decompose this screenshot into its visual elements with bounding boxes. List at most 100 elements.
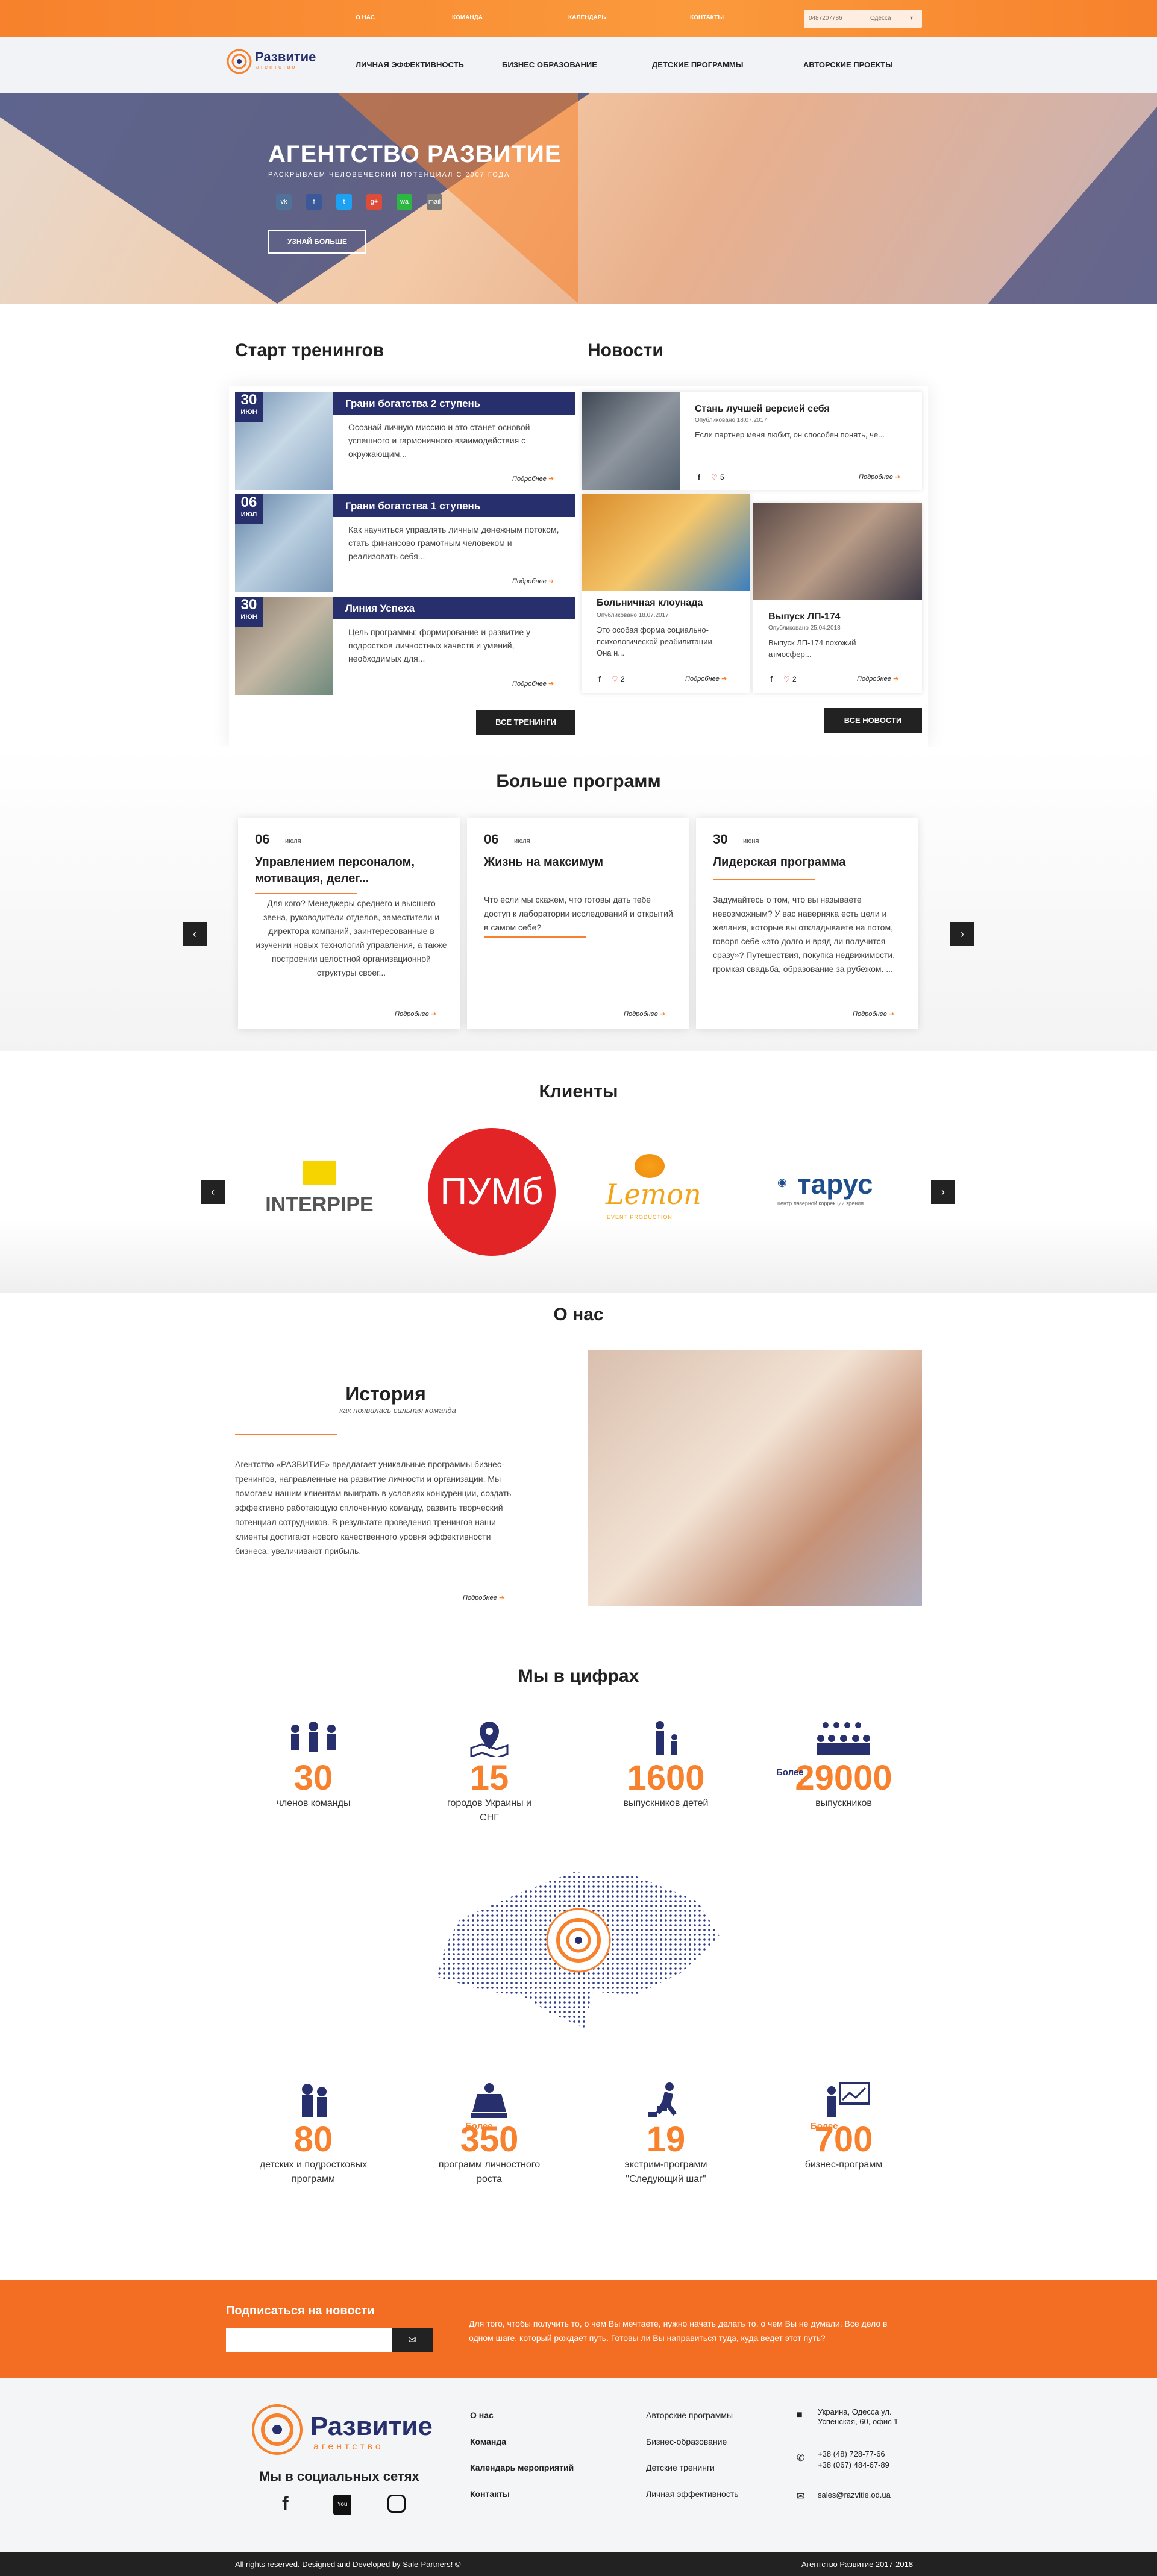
program-card[interactable]: 06 июля Жизнь на максимум Что если мы ск… — [467, 818, 689, 1029]
copyright-right: Агентство Развитие 2017-2018 — [801, 2560, 914, 2569]
news-card[interactable]: Стань лучшей версией себя Опубликовано 1… — [582, 392, 922, 490]
clients-prev-arrow[interactable]: ‹ — [201, 1180, 225, 1204]
footer-link-author-programs[interactable]: Авторские программы — [646, 2410, 733, 2420]
footer: Развитие агентство Мы в социальных сетях… — [0, 2378, 1157, 2552]
top-link-contacts[interactable]: контакты — [690, 14, 724, 21]
clients-next-arrow[interactable]: › — [931, 1180, 955, 1204]
about-subheading: как появилась сильная команда — [339, 1406, 456, 1415]
news-more-link[interactable]: Подробнее — [685, 675, 727, 683]
footer-link-kids[interactable]: Детские тренинги — [646, 2463, 715, 2472]
program-text: Задумайтесь о том, что вы называете нево… — [713, 895, 895, 974]
facebook-icon[interactable]: f — [598, 675, 601, 683]
training-more-link[interactable]: Подробнее — [512, 577, 554, 585]
training-date: 30 июн — [235, 392, 263, 422]
facebook-icon[interactable]: f — [698, 473, 700, 481]
about-image — [588, 1350, 922, 1606]
footer-email[interactable]: sales@razvitie.od.ua — [818, 2490, 891, 2499]
program-more-link[interactable]: Подробнее — [853, 1010, 894, 1018]
news-more-link[interactable]: Подробнее — [859, 473, 900, 481]
nav-personal-effectiveness[interactable]: личная эффективность — [356, 60, 464, 69]
news-title-text[interactable]: Выпуск ЛП-174 — [768, 612, 840, 622]
training-card[interactable]: 30 июн Линия Успеха Цель программы: форми… — [235, 597, 575, 695]
all-trainings-button[interactable]: Все тренинги — [476, 710, 575, 735]
news-card[interactable]: Больничная клоунада Опубликовано 18.07.2… — [582, 494, 750, 693]
nav-business-education[interactable]: бизнес образование — [502, 60, 597, 69]
programs-title: Больше программ — [496, 771, 661, 791]
training-card[interactable]: 30 июн Грани богатства 2 ступень Осознай … — [235, 392, 575, 490]
likes-count: 5 — [720, 473, 724, 481]
training-card[interactable]: 06 июл Грани богатства 1 ступень Как науч… — [235, 494, 575, 592]
facebook-icon[interactable]: f — [282, 2493, 289, 2515]
nav-author-projects[interactable]: авторские проекты — [803, 60, 893, 69]
superhero-icon — [471, 2083, 507, 2118]
heart-icon[interactable]: ♡ — [612, 675, 618, 683]
top-link-calendar[interactable]: календарь — [568, 14, 606, 21]
client-logo-lemon[interactable]: Lemon EVENT PRODUCTION — [594, 1121, 729, 1256]
phone-1[interactable]: +38 (48) 728-77-66 — [818, 2449, 885, 2458]
news-more-link[interactable]: Подробнее — [857, 675, 898, 683]
nav-kids-programs[interactable]: детские программы — [652, 60, 743, 69]
stat-team: 30 членов команды — [253, 1720, 374, 1811]
eye-icon: ◉ — [777, 1176, 787, 1188]
program-card[interactable]: 30 июня Лидерская программа Задумайтесь … — [696, 818, 918, 1029]
client-logo-interpipe[interactable]: INTERPIPE — [252, 1121, 387, 1256]
subscribe-email-input[interactable] — [226, 2328, 392, 2352]
news-card[interactable]: Выпуск ЛП-174 Опубликовано 25.04.2018 Вы… — [753, 503, 922, 693]
facebook-icon[interactable]: f — [306, 194, 322, 210]
footer-link-about[interactable]: О нас — [470, 2410, 494, 2420]
phone-city-select[interactable]: 0487207786 Одесса ▾ — [804, 10, 922, 28]
logo[interactable]: Развитие агентство — [226, 46, 334, 76]
google-plus-icon[interactable]: g+ — [366, 194, 382, 210]
mail-send-button[interactable]: ✉ — [392, 2328, 433, 2352]
footer-link-business[interactable]: Бизнес-образование — [646, 2437, 727, 2446]
training-title[interactable]: Грани богатства 2 ступень — [333, 392, 575, 415]
programs-prev-arrow[interactable]: ‹ — [183, 922, 207, 946]
phone-2[interactable]: +38 (067) 484-67-89 — [818, 2460, 889, 2469]
program-title[interactable]: Лидерская программа — [713, 854, 906, 871]
program-title[interactable]: Управлением персоналом, мотивация, делег… — [255, 854, 448, 887]
program-title[interactable]: Жизнь на максимум — [484, 854, 677, 871]
twitter-icon[interactable]: t — [336, 194, 352, 210]
training-title[interactable]: Грани богатства 1 ступень — [333, 494, 575, 517]
all-news-button[interactable]: Все новости — [824, 708, 922, 733]
training-title[interactable]: Линия Успеха — [333, 597, 575, 619]
top-link-team[interactable]: команда — [452, 14, 483, 21]
programs-next-arrow[interactable]: › — [950, 922, 974, 946]
program-day: 06 — [484, 832, 499, 847]
youtube-icon[interactable]: You — [333, 2495, 351, 2515]
instagram-icon[interactable] — [387, 2495, 406, 2513]
client-logo-pumb[interactable]: ПУМб — [425, 1121, 560, 1256]
news-title-text[interactable]: Стань лучшей версией себя — [695, 404, 830, 415]
client-logo-tarus[interactable]: ◉ тарус центр лазерной коррекции зрения — [768, 1121, 903, 1256]
stat-kids: 1600 выпускников детей — [606, 1720, 726, 1811]
mail-icon[interactable]: mail — [427, 194, 442, 210]
training-more-link[interactable]: Подробнее — [512, 475, 554, 483]
heart-icon[interactable]: ♡ — [711, 473, 718, 481]
heart-icon[interactable]: ♡ — [783, 675, 790, 683]
news-title-text[interactable]: Больничная клоунада — [597, 598, 703, 609]
likes-count: 2 — [792, 675, 797, 683]
footer-link-team[interactable]: Команда — [470, 2437, 506, 2446]
facebook-icon[interactable]: f — [770, 675, 773, 683]
top-link-about[interactable]: о нас — [356, 14, 375, 21]
training-more-link[interactable]: Подробнее — [512, 680, 554, 688]
subscribe-title: Подписаться на новости — [226, 2304, 375, 2317]
footer-link-calendar[interactable]: Календарь мероприятий — [470, 2463, 574, 2472]
learn-more-button[interactable]: Узнай больше — [268, 230, 366, 254]
phone-icon: ✆ — [797, 2453, 805, 2463]
about-more-link[interactable]: Подробнее — [463, 1594, 504, 1602]
social-title: Мы в социальных сетях — [259, 2469, 419, 2484]
footer-link-contacts[interactable]: Контакты — [470, 2489, 510, 2499]
whatsapp-icon[interactable]: wa — [397, 194, 412, 210]
news-title: Новости — [588, 340, 663, 360]
program-text: Что если мы скажем, что готовы дать тебе… — [484, 895, 673, 932]
stat-extreme: 19 экстрим-программ "Следующий шаг" — [606, 2082, 726, 2187]
copyright-text: All rights reserved. Designed and Develo… — [235, 2560, 461, 2569]
vk-icon[interactable]: vk — [276, 194, 292, 210]
city-name: Одесса — [870, 15, 891, 22]
program-more-link[interactable]: Подробнее — [395, 1010, 436, 1018]
footer-link-personal[interactable]: Личная эффективность — [646, 2489, 738, 2499]
program-more-link[interactable]: Подробнее — [624, 1010, 665, 1018]
program-card[interactable]: 06 июля Управлением персоналом, мотиваци… — [238, 818, 460, 1029]
news-date: Опубликовано 18.07.2017 — [695, 417, 767, 424]
